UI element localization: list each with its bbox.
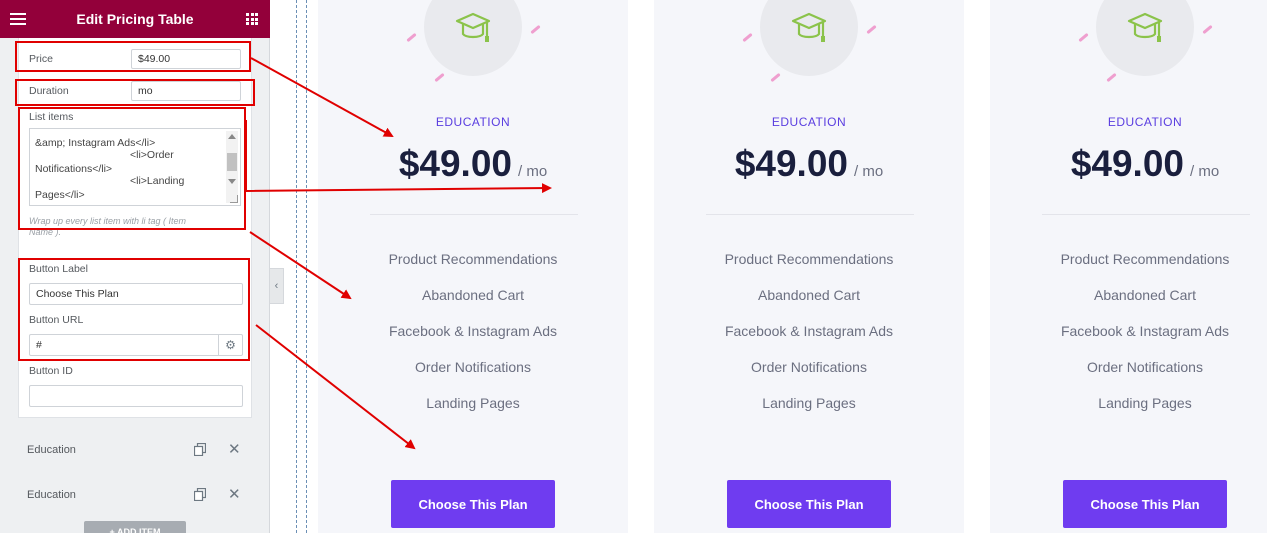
divider [370, 214, 578, 215]
feature-item: Product Recommendations [388, 251, 558, 267]
price-amount: $49.00 [398, 143, 512, 184]
section-guide-line [306, 0, 307, 533]
editor-title: Edit Pricing Table [76, 11, 194, 27]
annotation-box-price [15, 41, 251, 72]
feature-item: Landing Pages [762, 395, 856, 411]
plan-title: EDUCATION [435, 115, 511, 129]
pricing-card: EDUCATION $49.00 / mo Product Recommendat… [654, 0, 964, 533]
choose-plan-button[interactable]: Choose This Plan [727, 480, 891, 528]
feature-item: Product Recommendations [1060, 251, 1230, 267]
feature-item: Order Notifications [415, 359, 531, 375]
price-amount: $49.00 [1070, 143, 1184, 184]
pricing-card: EDUCATION $49.00 / mo Product Recommendat… [318, 0, 628, 533]
decor-dash [530, 24, 541, 35]
decor-dash [1202, 24, 1213, 35]
add-item-button[interactable]: + ADD ITEM [84, 521, 186, 533]
repeater-item[interactable]: Education ✕ [18, 430, 252, 474]
pricing-card: EDUCATION $49.00 / mo Product Recommendat… [990, 0, 1267, 533]
button-id-label: Button ID [29, 365, 73, 377]
plan-price: $49.00 / mo [990, 143, 1267, 185]
decor-dash [742, 32, 753, 43]
annotation-box-duration [15, 79, 255, 106]
divider [1042, 214, 1250, 215]
feature-item: Facebook & Instagram Ads [388, 323, 558, 339]
remove-icon[interactable]: ✕ [228, 440, 241, 458]
repeater-item-label: Education [27, 489, 76, 501]
duplicate-icon[interactable] [194, 488, 206, 501]
price-duration: / mo [517, 163, 548, 180]
repeater-item-label: Education [27, 444, 76, 456]
price-duration: / mo [1189, 163, 1220, 180]
collapse-panel-button[interactable]: ‹ [270, 268, 284, 304]
choose-plan-button[interactable]: Choose This Plan [391, 480, 555, 528]
annotation-box-button [18, 258, 250, 361]
remove-icon[interactable]: ✕ [228, 485, 241, 503]
decor-dash [770, 72, 781, 83]
decor-dash [406, 32, 417, 43]
decor-dash [1078, 32, 1089, 43]
price-amount: $49.00 [734, 143, 848, 184]
button-id-input[interactable] [29, 385, 243, 407]
graduation-cap-icon [1127, 12, 1163, 42]
feature-item: Abandoned Cart [758, 287, 860, 303]
duplicate-icon[interactable] [194, 443, 206, 456]
decor-dash [1106, 72, 1117, 83]
decor-dash [866, 24, 877, 35]
feature-item: Order Notifications [751, 359, 867, 375]
grid-icon[interactable] [246, 13, 258, 25]
graduation-cap-icon [455, 12, 491, 42]
feature-item: Abandoned Cart [1094, 287, 1196, 303]
plan-title: EDUCATION [771, 115, 847, 129]
feature-item: Facebook & Instagram Ads [724, 323, 894, 339]
feature-item: Order Notifications [1087, 359, 1203, 375]
graduation-cap-icon [791, 12, 827, 42]
annotation-box-list-items [18, 107, 246, 230]
divider [706, 214, 914, 215]
price-duration: / mo [853, 163, 884, 180]
section-guide-line [296, 0, 297, 533]
editor-header: Edit Pricing Table [0, 0, 270, 38]
feature-item: Landing Pages [1098, 395, 1192, 411]
decor-dash [434, 72, 445, 83]
feature-item: Facebook & Instagram Ads [1060, 323, 1230, 339]
feature-item: Product Recommendations [724, 251, 894, 267]
plan-title: EDUCATION [1107, 115, 1183, 129]
choose-plan-button[interactable]: Choose This Plan [1063, 480, 1227, 528]
feature-item: Landing Pages [426, 395, 520, 411]
plan-price: $49.00 / mo [654, 143, 964, 185]
screenshot-root: Edit Pricing Table Price $49.00 Duration… [0, 0, 1267, 533]
feature-item: Abandoned Cart [422, 287, 524, 303]
plan-price: $49.00 / mo [318, 143, 628, 185]
repeater-item[interactable]: Education ✕ [18, 475, 252, 519]
